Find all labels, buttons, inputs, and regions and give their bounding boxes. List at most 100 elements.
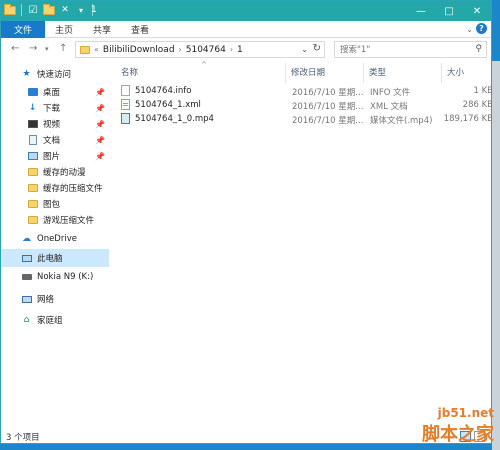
address-bar[interactable]: « BilibiliDownload › 5104764 › 1 ⌄ ↻ [75,41,325,58]
maximize-button[interactable]: □ [435,1,463,21]
pin-icon[interactable]: 📌 [95,120,105,129]
nav-label: 家庭组 [37,316,63,326]
file-type: XML 文档 [370,102,408,112]
nav-label: 此电脑 [37,254,63,264]
background-window-edge [492,61,500,450]
file-date: 2016/7/10 星期... [292,88,364,98]
explorer-window: ☑ ✕ ▾ 1 — □ ✕ 文件 主页 共享 查看 ⌄ ? ← → ▾ ↑ « … [0,0,493,445]
column-divider[interactable] [285,63,286,83]
watermark-url: jb51.net [437,406,494,420]
overflow-chevron[interactable]: « [94,45,99,54]
undo-icon[interactable]: ✕ [58,3,72,17]
address-dropdown-icon[interactable]: ⌄ [301,45,308,54]
nav-item-game-archives[interactable]: 游戏压缩文件 [1,211,109,229]
title-bar: ☑ ✕ ▾ 1 — □ ✕ [1,1,491,21]
file-size: 1 KB [473,86,493,96]
xml-file-icon [121,99,130,110]
file-row[interactable]: 5104764_1_0.mp4 2016/7/10 星期... 媒体文件(.mp… [113,113,493,126]
nav-label: 下载 [43,104,61,114]
pin-icon[interactable]: 📌 [95,104,105,113]
chevron-right-icon[interactable]: › [179,45,182,54]
window-title: 1 [91,5,97,15]
file-size: 286 KB [462,100,493,110]
quick-access-toolbar: ☑ ✕ ▾ [3,3,95,17]
info-file-icon [121,85,130,96]
nav-label: 快速访问 [37,70,72,80]
search-box: ⚲ [334,41,487,58]
close-button[interactable]: ✕ [463,1,491,21]
column-headers: ^ 名称 修改日期 类型 大小 [111,61,491,83]
file-date: 2016/7/10 星期... [292,102,364,112]
breadcrumb-bilibili[interactable]: BilibiliDownload [103,45,175,55]
new-folder-icon[interactable] [42,3,56,17]
watermark: jb51.net 脚本之家 [422,406,494,446]
folder-icon [27,183,38,194]
search-input[interactable] [340,44,465,55]
cloud-icon: ☁ [22,234,31,244]
nav-label: 视频 [43,120,61,130]
watermark-brand: 脚本之家 [422,424,494,445]
nav-label: 网络 [37,295,55,305]
nav-item-homegroup[interactable]: ⌂ 家庭组 [1,311,109,329]
download-icon: ↓ [28,103,37,113]
nav-label: OneDrive [37,234,77,244]
help-icon[interactable]: ? [476,23,487,34]
star-icon: ★ [22,69,31,79]
recent-locations-icon[interactable]: ▾ [45,45,49,53]
column-header-name[interactable]: 名称 [121,66,138,78]
back-arrow-icon[interactable]: ← [11,43,19,54]
nav-item-this-pc[interactable]: 此电脑 [1,249,109,267]
tab-home[interactable]: 主页 [45,21,83,38]
folder-icon [80,45,90,54]
breadcrumb-5104764[interactable]: 5104764 [186,45,226,55]
up-arrow-icon[interactable]: ↑ [59,43,67,54]
column-header-type[interactable]: 类型 [369,66,386,78]
file-type: 媒体文件(.mp4) [370,116,433,126]
tab-file[interactable]: 文件 [1,21,46,38]
nav-label: 文档 [43,136,61,146]
toolbar-divider [21,4,22,16]
file-name: 5104764_1_0.mp4 [135,114,214,124]
column-divider[interactable] [441,63,442,83]
nav-label: 缓存的压缩文件 [43,184,103,194]
pin-icon[interactable]: 📌 [95,136,105,145]
file-date: 2016/7/10 星期... [292,116,364,126]
nav-label: 图包 [43,200,61,210]
file-name: 5104764.info [135,86,192,96]
properties-icon[interactable]: ☑ [26,3,40,17]
breadcrumb-1[interactable]: 1 [237,45,243,55]
status-bar: 3 个项目 [1,429,491,445]
file-size: 189,176 KB [443,114,493,124]
tab-view[interactable]: 查看 [121,21,159,38]
forward-arrow-icon[interactable]: → [29,43,37,54]
drive-icon [21,272,32,283]
expand-ribbon-icon[interactable]: ⌄ [466,25,473,34]
nav-item-quick-access[interactable]: ★ 快速访问 [1,65,109,83]
sort-caret-icon: ^ [201,61,207,69]
nav-label: 桌面 [43,88,61,98]
document-icon [27,135,38,146]
ribbon-tabs: 文件 主页 共享 查看 ⌄ ? [1,21,491,38]
nav-item-network[interactable]: 网络 [1,290,109,308]
column-header-size[interactable]: 大小 [447,66,464,78]
refresh-icon[interactable]: ↻ [313,43,321,54]
nav-item-nokia-n9[interactable]: Nokia N9 (K:) [1,268,109,286]
nav-item-onedrive[interactable]: ☁ OneDrive [1,230,109,248]
file-row[interactable]: 5104764.info 2016/7/10 星期... INFO 文件 1 K… [113,85,493,98]
customize-toolbar-icon[interactable]: ▾ [74,3,88,17]
navigation-pane: ★ 快速访问 桌面 📌 ↓ 下载 📌 视频 📌 文档 📌 图片 📌 缓存的动漫 … [1,62,109,427]
nav-label: 缓存的动漫 [43,168,86,178]
pin-icon[interactable]: 📌 [95,88,105,97]
tab-share[interactable]: 共享 [83,21,121,38]
column-divider[interactable] [363,63,364,83]
pictures-icon [27,151,38,162]
folder-icon [27,199,38,210]
network-icon [21,294,32,305]
pin-icon[interactable]: 📌 [95,152,105,161]
folder-icon [27,167,38,178]
file-row[interactable]: 5104764_1.xml 2016/7/10 星期... XML 文档 286… [113,99,493,112]
address-row: ← → ▾ ↑ « BilibiliDownload › 5104764 › 1… [1,38,491,62]
minimize-button[interactable]: — [407,1,435,21]
column-header-date[interactable]: 修改日期 [291,66,325,78]
chevron-right-icon[interactable]: › [230,45,233,54]
